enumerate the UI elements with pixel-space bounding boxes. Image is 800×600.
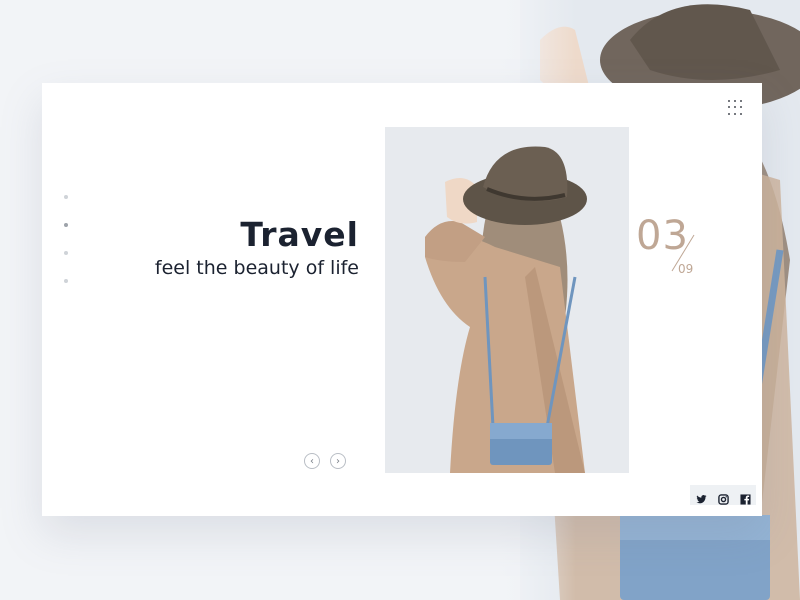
pager-dot-4[interactable] [64, 279, 68, 283]
instagram-icon[interactable] [717, 490, 729, 505]
slide-subtitle: feel the beauty of life [154, 257, 359, 279]
twitter-icon[interactable] [695, 490, 707, 503]
prev-button[interactable]: ‹ [304, 453, 320, 469]
chevron-right-icon: › [336, 456, 340, 467]
chevron-left-icon: ‹ [310, 456, 314, 467]
pager-dot-2[interactable] [64, 223, 68, 227]
grid-menu-icon[interactable] [728, 100, 744, 116]
facebook-icon[interactable] [739, 490, 751, 505]
next-button[interactable]: › [330, 453, 346, 469]
slide-counter-total: 09 [678, 262, 694, 276]
slide-title: Travel [240, 215, 359, 254]
pager-dot-3[interactable] [64, 251, 68, 255]
slide-photo [385, 127, 629, 473]
social-links [690, 485, 756, 505]
pager-dots [62, 195, 70, 291]
pager-dot-1[interactable] [64, 195, 68, 199]
woman-in-hat-illustration [385, 127, 629, 473]
slider-card: Travel feel the beauty of life ‹ › 03 09 [42, 83, 762, 516]
